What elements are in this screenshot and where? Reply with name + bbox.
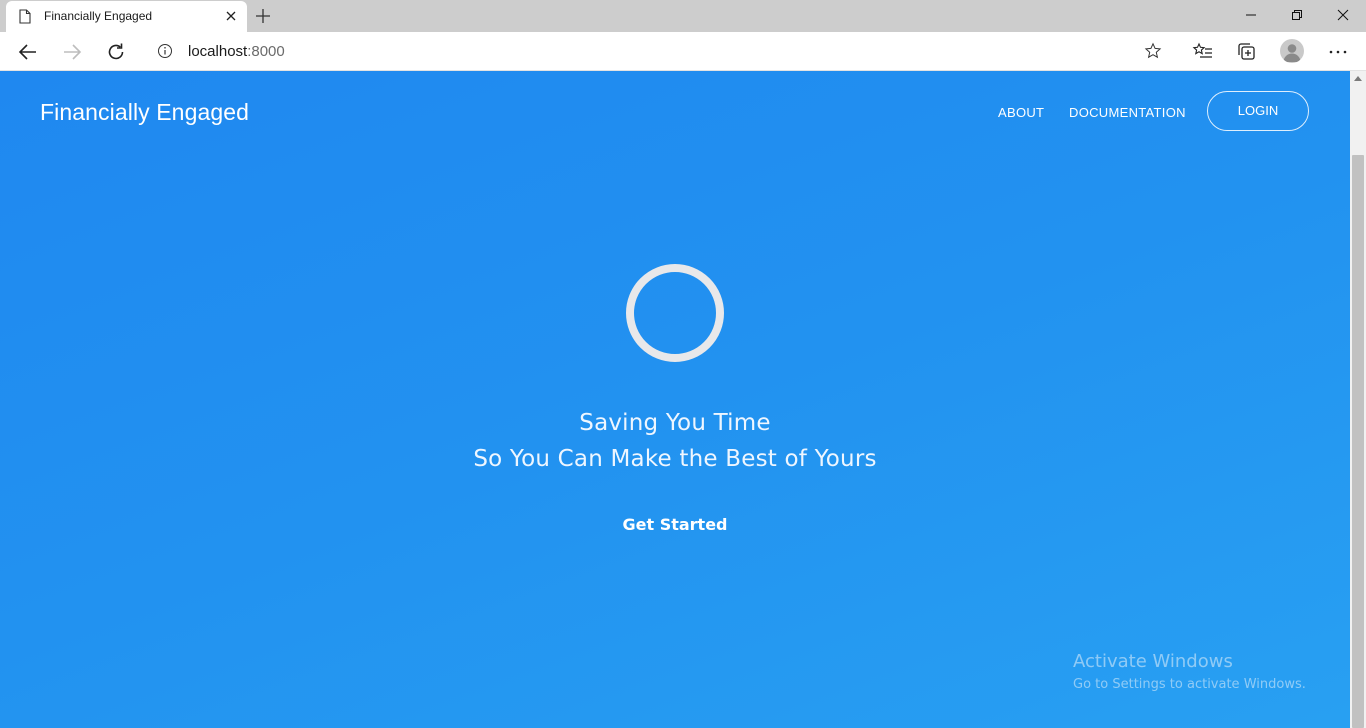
brand-logo-text[interactable]: Financially Engaged [40,99,249,126]
login-button[interactable]: LOGIN [1207,91,1309,131]
page-viewport: Financially Engaged ABOUT DOCUMENTATION … [0,71,1350,728]
minimize-button[interactable] [1228,0,1274,30]
close-icon [1337,9,1349,21]
url-port: :8000 [247,43,285,60]
collections-icon [1238,43,1255,60]
watermark-subtitle: Go to Settings to activate Windows. [1073,677,1306,692]
refresh-button[interactable] [104,40,128,64]
minimize-icon [1246,14,1256,16]
collections-button[interactable] [1235,40,1259,64]
hero-tagline-line-1: Saving You Time [579,410,771,436]
ellipsis-icon [1329,50,1347,54]
back-button[interactable] [16,40,40,64]
url-host: localhost [188,43,248,60]
address-bar[interactable]: localhost:8000 [144,36,1174,66]
circle-logo-icon [626,264,724,362]
scrollbar-thumb[interactable] [1352,155,1364,728]
hero-tagline-line-2: So You Can Make the Best of Yours [473,446,877,472]
page-icon [19,9,31,24]
more-button[interactable] [1326,40,1350,64]
refresh-icon [108,43,124,60]
avatar[interactable] [1280,39,1304,63]
restore-button[interactable] [1274,0,1320,30]
tab-strip: Financially Engaged [0,0,1366,32]
scroll-up-arrow-icon[interactable] [1354,75,1362,81]
watermark-title: Activate Windows [1073,651,1233,672]
restore-icon [1292,10,1302,20]
windows-activation-watermark: Activate Windows Go to Settings to activ… [1073,651,1306,692]
star-icon[interactable] [1144,42,1162,60]
browser-toolbar: localhost:8000 [0,32,1366,71]
forward-button[interactable] [60,40,84,64]
favorites-icon [1192,42,1212,58]
window-close-button[interactable] [1320,0,1366,30]
browser-tab[interactable]: Financially Engaged [6,1,247,32]
vertical-scrollbar[interactable] [1350,71,1366,728]
nav-documentation-link[interactable]: DOCUMENTATION [1069,105,1186,120]
close-icon[interactable] [224,9,238,23]
nav-about-link[interactable]: ABOUT [998,105,1044,120]
url-text[interactable]: localhost:8000 [188,43,285,60]
arrow-left-icon [18,44,36,60]
tab-title: Financially Engaged [44,9,153,23]
info-icon[interactable] [157,43,173,59]
favorites-button[interactable] [1191,40,1215,64]
plus-icon[interactable] [254,7,272,25]
arrow-right-icon [64,44,82,60]
get-started-button[interactable]: Get Started [575,515,775,534]
